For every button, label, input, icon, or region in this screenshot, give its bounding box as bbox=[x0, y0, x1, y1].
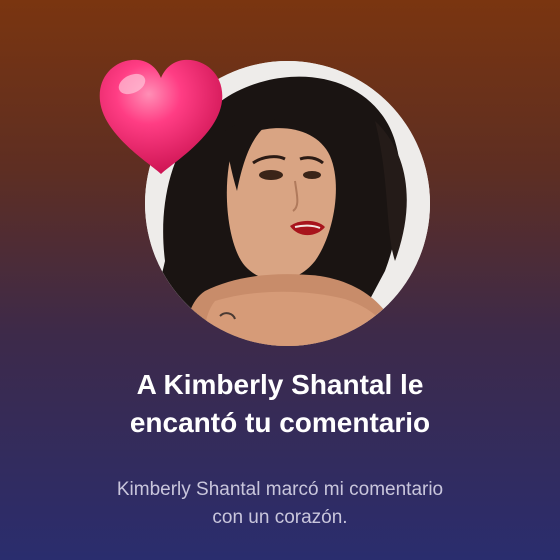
notification-subtitle: Kimberly Shantal marcó mi comentario con… bbox=[40, 476, 520, 532]
title-line-2: encantó tu comentario bbox=[129, 407, 431, 438]
heart-icon bbox=[96, 56, 226, 180]
title-line-1: A Kimberly Shantal le bbox=[136, 369, 424, 400]
subtitle-line-2: con un corazón. bbox=[212, 507, 348, 528]
notification-title: A Kimberly Shantal le encantó tu comenta… bbox=[40, 366, 520, 442]
subtitle-line-1: Kimberly Shantal marcó mi comentario bbox=[116, 479, 444, 500]
reaction-notification-card: A Kimberly Shantal le encantó tu comenta… bbox=[0, 0, 560, 560]
